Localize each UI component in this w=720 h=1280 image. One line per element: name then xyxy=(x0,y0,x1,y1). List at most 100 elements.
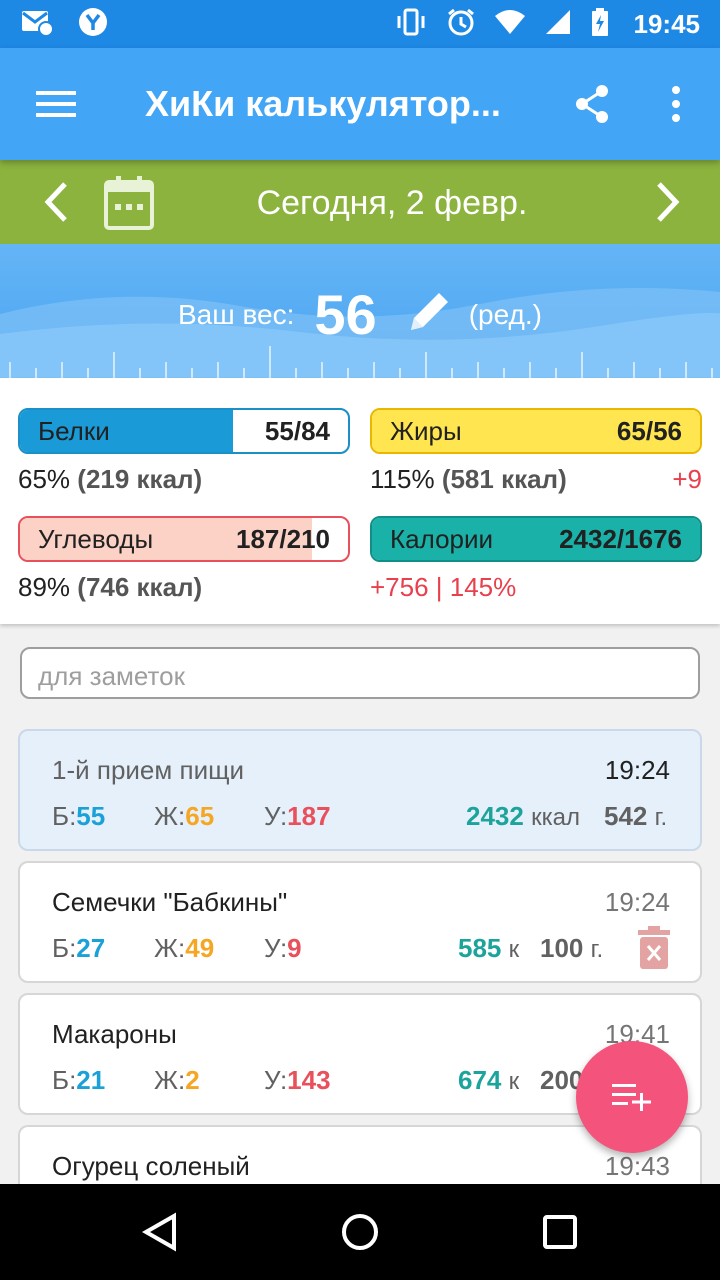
protein-detail: 65% (219 ккал) xyxy=(18,464,202,495)
fat-short-label: Ж: xyxy=(154,801,186,831)
food-fat: 2 xyxy=(185,1065,200,1095)
fat-label: Жиры xyxy=(390,415,462,446)
signal-icon xyxy=(544,8,572,41)
kcal-unit: к xyxy=(508,936,520,963)
protein-label: Белки xyxy=(38,415,110,446)
food-kcal: 674 xyxy=(458,1065,502,1095)
fat-kcal: (581 ккал) xyxy=(441,464,567,494)
edit-weight-link[interactable]: (ред.) xyxy=(469,299,542,331)
add-food-button[interactable] xyxy=(576,1041,688,1153)
fat-progress[interactable]: Жиры 65/56 xyxy=(370,408,702,454)
grams-unit: г. xyxy=(654,804,668,831)
carbs-short-label: У: xyxy=(264,801,288,831)
fat-percent: 115% xyxy=(370,464,435,494)
calories-progress[interactable]: Калории 2432/1676 xyxy=(370,516,702,562)
status-bar: 19:45 xyxy=(0,0,720,48)
meal-title: 1-й прием пищи xyxy=(52,755,245,785)
food-carbs: 9 xyxy=(287,933,302,963)
more-vert-icon xyxy=(672,86,680,122)
alarm-icon xyxy=(446,7,476,42)
more-options-button[interactable] xyxy=(648,76,704,132)
calories-label: Калории xyxy=(390,523,494,554)
food-kcal: 585 xyxy=(458,933,502,963)
share-button[interactable] xyxy=(560,76,624,132)
weight-panel: Ваш вес: 56 (ред.) xyxy=(0,244,720,378)
app-title: ХиКи калькулятор... xyxy=(145,83,501,124)
back-button[interactable] xyxy=(128,1204,192,1260)
carbs-detail: 89% (746 ккал) xyxy=(18,572,202,603)
protein-value: 55/84 xyxy=(264,415,330,446)
calories-detail: +756 | 145% xyxy=(370,572,517,602)
pencil-icon xyxy=(410,293,448,330)
menu-button[interactable] xyxy=(0,48,112,160)
trash-icon xyxy=(638,926,670,969)
carbs-label: Углеводы xyxy=(38,523,154,554)
meal-time: 19:24 xyxy=(604,755,670,785)
food-item-card[interactable]: Семечки "Бабкины" 19:24 Б:27 Ж:49 У:9 58… xyxy=(18,861,702,983)
chevron-left-icon xyxy=(44,182,67,222)
battery-icon xyxy=(590,7,610,42)
system-nav-bar xyxy=(0,1184,720,1280)
delete-button[interactable] xyxy=(636,925,672,976)
food-grams: 100 xyxy=(540,933,584,963)
recents-icon xyxy=(543,1215,577,1249)
food-protein: 21 xyxy=(76,1065,106,1095)
fat-value: 65/56 xyxy=(616,415,682,446)
protein-kcal: (219 ккал) xyxy=(77,464,203,494)
kcal-unit: ккал xyxy=(531,804,580,831)
protein-short-label: Б: xyxy=(52,1065,77,1095)
meal-protein: 55 xyxy=(76,801,106,831)
back-icon xyxy=(141,1212,176,1252)
current-date[interactable]: Сегодня, 2 февр. xyxy=(200,184,584,223)
macros-panel: Белки 55/84 65% (219 ккал) Жиры 65/56 11… xyxy=(0,378,720,624)
carbs-short-label: У: xyxy=(264,1065,288,1095)
carbs-short-label: У: xyxy=(264,933,288,963)
home-icon xyxy=(342,1214,378,1250)
next-day-button[interactable] xyxy=(640,174,696,230)
notes-input[interactable]: для заметок xyxy=(20,647,700,699)
food-title: Макароны xyxy=(52,1019,177,1049)
food-time: 19:43 xyxy=(604,1151,670,1181)
fat-excess: +9 xyxy=(672,464,702,494)
vibrate-icon xyxy=(394,7,428,42)
protein-short-label: Б: xyxy=(52,801,77,831)
app-bar: ХиКи калькулятор... xyxy=(0,48,720,160)
meal-kcal: 2432 xyxy=(466,801,524,831)
food-fat: 49 xyxy=(185,933,215,963)
hamburger-menu-icon xyxy=(36,91,76,117)
protein-percent: 65% xyxy=(18,464,71,494)
previous-day-button[interactable] xyxy=(28,174,84,230)
weight-value: 56 xyxy=(314,283,377,346)
fat-short-label: Ж: xyxy=(154,1065,186,1095)
browser-notification-icon xyxy=(78,7,108,42)
recents-button[interactable] xyxy=(528,1204,592,1260)
carbs-progress[interactable]: Углеводы 187/210 xyxy=(18,516,350,562)
mail-notification-icon xyxy=(20,7,54,42)
protein-short-label: Б: xyxy=(52,933,77,963)
food-protein: 27 xyxy=(76,933,106,963)
status-time: 19:45 xyxy=(633,8,701,39)
chevron-right-icon xyxy=(657,182,680,222)
carbs-percent: 89% xyxy=(18,572,71,602)
home-button[interactable] xyxy=(328,1204,392,1260)
food-title: Огурец соленый xyxy=(52,1151,250,1181)
carbs-value: 187/210 xyxy=(236,523,330,554)
edit-weight-button[interactable] xyxy=(403,286,455,343)
protein-progress[interactable]: Белки 55/84 xyxy=(18,408,350,454)
carbs-kcal: (746 ккал) xyxy=(77,572,203,602)
food-title: Семечки "Бабкины" xyxy=(52,887,288,917)
weight-label: Ваш вес: xyxy=(178,298,295,330)
meal-grams: 542 xyxy=(604,801,648,831)
calendar-button[interactable] xyxy=(104,174,160,232)
kcal-unit: к xyxy=(508,1068,520,1095)
food-carbs: 143 xyxy=(287,1065,331,1095)
food-time: 19:24 xyxy=(604,887,670,917)
wifi-icon xyxy=(494,8,526,41)
share-icon xyxy=(576,85,608,123)
meal-summary-card[interactable]: 1-й прием пищи 19:24 Б:55 Ж:65 У:187 243… xyxy=(18,729,702,851)
calendar-icon xyxy=(104,176,154,230)
date-bar: Сегодня, 2 февр. xyxy=(0,160,720,244)
fat-short-label: Ж: xyxy=(154,933,186,963)
calories-value: 2432/1676 xyxy=(559,523,682,554)
meal-carbs: 187 xyxy=(287,801,331,831)
